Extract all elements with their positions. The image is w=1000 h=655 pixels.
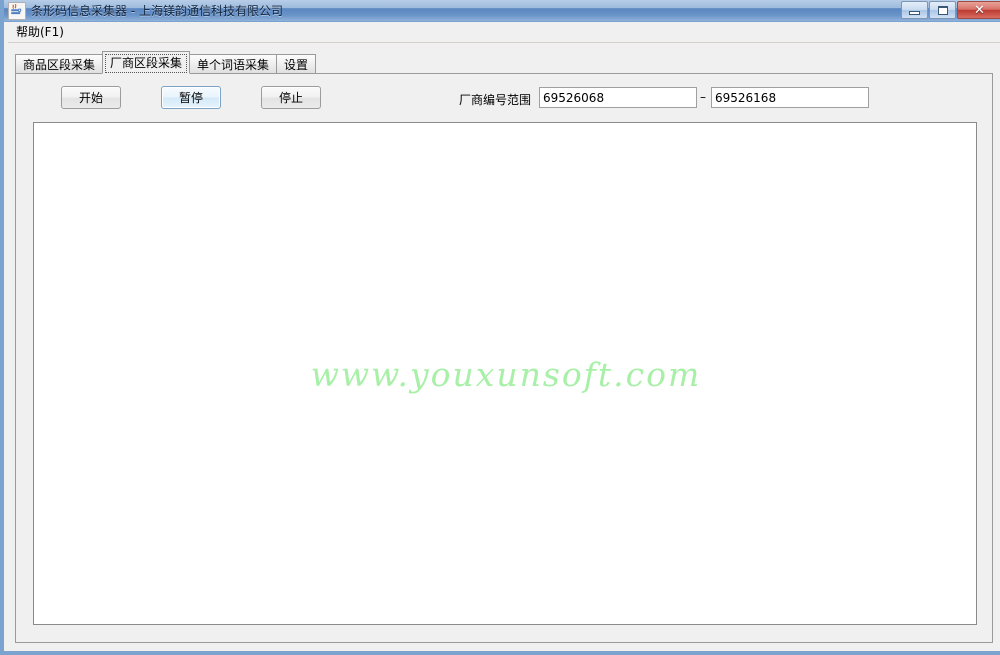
- manufacturer-range-from-input[interactable]: [539, 87, 697, 108]
- maximize-icon: [937, 5, 948, 15]
- stop-button[interactable]: 停止: [261, 86, 321, 109]
- close-button[interactable]: ✕: [957, 1, 1000, 19]
- result-output-area[interactable]: www.youxunsoft.com: [33, 122, 977, 625]
- maximize-button[interactable]: [929, 1, 956, 19]
- java-coffee-cup-icon: [8, 1, 26, 20]
- tab-manufacturer-segment[interactable]: 厂商区段采集: [102, 51, 191, 74]
- tab-product-segment-label: 商品区段采集: [23, 57, 96, 72]
- close-icon: ✕: [974, 2, 985, 18]
- tab-settings[interactable]: 设置: [276, 54, 317, 74]
- application-window: 条形码信息采集器 - 上海镁韵通信科技有限公司 ✕ 帮助(F1) 商品区段采集 …: [0, 0, 1000, 655]
- menu-bar: 帮助(F1): [8, 22, 1000, 43]
- pause-button[interactable]: 暂停: [161, 86, 221, 109]
- minimize-button[interactable]: [901, 1, 928, 19]
- tab-panel-manufacturer-segment: 开始 暂停 停止 厂商编号范围 – www.youxunsoft.com: [15, 73, 993, 643]
- manufacturer-range-to-input[interactable]: [711, 87, 869, 108]
- pause-button-label: 暂停: [178, 91, 203, 105]
- start-button-label: 开始: [78, 91, 103, 105]
- title-bar[interactable]: 条形码信息采集器 - 上海镁韵通信科技有限公司 ✕: [4, 0, 1000, 22]
- tab-product-segment[interactable]: 商品区段采集: [15, 54, 104, 74]
- range-separator: –: [700, 90, 706, 104]
- window-title: 条形码信息采集器 - 上海镁韵通信科技有限公司: [31, 4, 283, 18]
- stop-button-label: 停止: [278, 91, 303, 105]
- tab-single-word[interactable]: 单个词语采集: [189, 54, 278, 74]
- toolbar-row: 开始 暂停 停止 厂商编号范围 –: [16, 84, 994, 114]
- tab-single-word-label: 单个词语采集: [197, 57, 270, 72]
- menu-help[interactable]: 帮助(F1): [10, 23, 70, 42]
- tab-manufacturer-segment-label: 厂商区段采集: [110, 56, 183, 70]
- minimize-icon: [909, 10, 920, 15]
- window-controls: ✕: [901, 1, 1000, 19]
- manufacturer-range-label: 厂商编号范围: [459, 93, 532, 107]
- tab-strip: 商品区段采集 厂商区段采集 单个词语采集 设置: [15, 51, 317, 74]
- tab-settings-label: 设置: [284, 57, 309, 72]
- watermark-text: www.youxunsoft.com: [310, 355, 702, 394]
- client-area: 帮助(F1) 商品区段采集 厂商区段采集 单个词语采集 设置 开始 暂停 停止 …: [8, 22, 1000, 651]
- start-button[interactable]: 开始: [61, 86, 121, 109]
